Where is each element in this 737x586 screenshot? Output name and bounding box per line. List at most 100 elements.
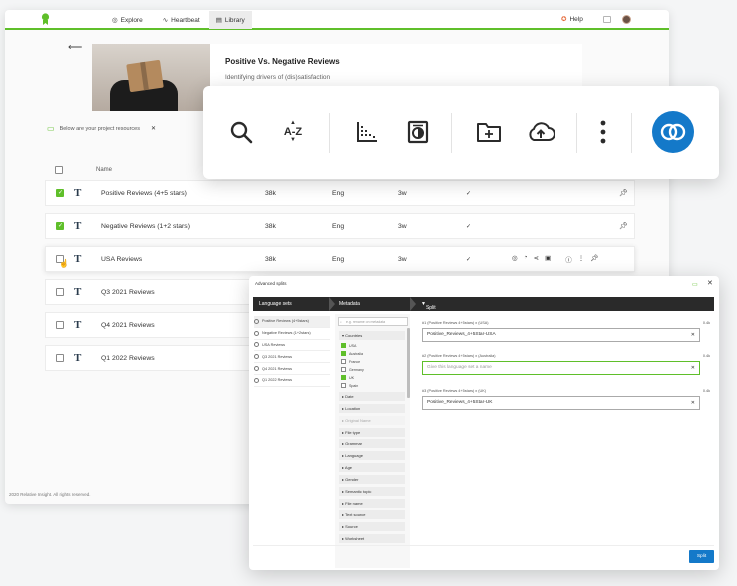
list-item[interactable]: Q1 2022 Reviews (254, 375, 330, 387)
more-icon[interactable]: ⋮ (578, 254, 585, 264)
step-language-sets[interactable]: Language sets (259, 301, 292, 307)
country-option[interactable]: France (341, 359, 360, 364)
nav-library[interactable]: ▤ Library (208, 11, 252, 29)
column-name: Name (96, 167, 113, 173)
section-text-source[interactable]: ▸ Text source (339, 510, 405, 519)
add-folder-icon[interactable] (471, 114, 507, 150)
list-item[interactable]: Q4 2021 Reviews (254, 363, 330, 375)
metadata-search-input[interactable]: ⌕ e.g. rename on metadata (338, 317, 408, 326)
section-original-name: ▸ Original Name (339, 416, 405, 425)
list-item[interactable]: Positive Reviews (4+5stars) (254, 316, 330, 328)
row-checkbox[interactable] (56, 321, 64, 329)
chat-icon[interactable]: ▭ (692, 281, 698, 288)
row-actions: ◎ ◔ ⋖ ▣ ⓘ ⋮ 📌︎ (512, 254, 598, 264)
document-icon[interactable]: ▣ (545, 254, 551, 264)
section-source[interactable]: ▸ Source (339, 522, 405, 531)
overlap-icon[interactable]: ◎ (512, 254, 518, 264)
clear-icon[interactable]: ✕ (691, 362, 695, 374)
resources-tip: ▭ Below are your project resources ✕ (47, 124, 156, 133)
row-checkbox[interactable] (56, 189, 64, 197)
clear-icon[interactable]: ✕ (691, 329, 695, 341)
search-icon: ⌕ (340, 320, 342, 324)
close-icon[interactable]: ✕ (707, 279, 713, 287)
section-gender[interactable]: ▸ Gender (339, 475, 405, 484)
text-type-icon: T (74, 286, 82, 298)
modal-title: Advanced splits (255, 281, 287, 286)
sort-az-icon[interactable]: ▲ A-Z ▼ (275, 114, 311, 150)
step-split-all[interactable]: ▼ Split all results (421, 301, 441, 323)
more-icon[interactable] (585, 114, 621, 150)
chat-icon[interactable] (603, 16, 611, 23)
table-row[interactable]: T Negative Reviews (1+2 stars) 38k Eng 3… (45, 213, 635, 239)
avatar[interactable] (622, 15, 631, 24)
info-icon[interactable]: ⓘ (565, 254, 572, 264)
country-option[interactable]: Australia (341, 351, 363, 356)
chart-icon[interactable] (349, 114, 385, 150)
split-button[interactable]: Split (689, 550, 714, 563)
floating-toolbar: ▲ A-Z ▼ (203, 86, 719, 179)
text-type-icon: T (74, 220, 82, 232)
step-metadata[interactable]: Metadata (339, 301, 360, 307)
section-location[interactable]: ▸ Location (339, 404, 405, 413)
compare-icon[interactable]: ◔ (524, 254, 528, 264)
result-name-input[interactable]: Give this language set a name ✕ (422, 361, 700, 375)
book-icon: ▤ (215, 17, 222, 24)
compare-icon[interactable] (400, 114, 436, 150)
steps-bar: Language sets Metadata ▼ Split all resul… (253, 297, 714, 323)
lifebuoy-icon: ✪ (561, 16, 567, 23)
nav-heartbeat[interactable]: ∿ Heartbeat (156, 11, 207, 29)
divider (253, 545, 714, 546)
result-name-input[interactable]: Positive_Reviews_4+5Star-USA ✕ (422, 328, 700, 342)
project-title: Positive Vs. Negative Reviews (225, 57, 340, 66)
overlap-icon[interactable] (652, 111, 694, 153)
back-arrow-icon[interactable]: ⟵ (68, 42, 82, 53)
scrollbar[interactable] (407, 328, 410, 398)
row-checkbox[interactable] (56, 222, 64, 230)
country-option[interactable]: Germany (341, 367, 364, 372)
section-file-type[interactable]: ▸ File type (339, 428, 405, 437)
result-name-input[interactable]: Positive_Reviews_4+5Star-UK ✕ (422, 396, 700, 410)
text-type-icon: T (74, 319, 82, 331)
pin-icon[interactable]: 📌︎ (590, 254, 598, 264)
section-age[interactable]: ▸ Age (339, 463, 405, 472)
row-checkbox[interactable] (56, 288, 64, 296)
copyright: 2020 Relative Insight. All rights reserv… (9, 492, 91, 497)
metadata-panel: ⌕ e.g. rename on metadata ▾ Countries US… (335, 314, 410, 568)
row-checkbox[interactable] (56, 354, 64, 362)
pulse-icon: ∿ (162, 17, 169, 24)
list-item[interactable]: Negative Reviews (1+2stars) (254, 328, 330, 340)
logo-icon[interactable] (41, 13, 50, 26)
chat-bubble-icon: ▭ (47, 124, 55, 133)
pin-icon[interactable]: 📌︎ (619, 222, 628, 230)
main-nav: ◎ Explore ∿ Heartbeat ▤ Library (105, 10, 252, 30)
section-worksheet[interactable]: ▸ Worksheet (339, 534, 405, 543)
section-file-name[interactable]: ▸ File name (339, 499, 405, 508)
compass-icon: ◎ (112, 17, 118, 24)
country-option[interactable]: UK (341, 375, 354, 380)
pin-icon[interactable]: 📌︎ (619, 189, 628, 197)
section-countries[interactable]: ▾ Countries (339, 331, 405, 340)
country-option[interactable]: Spain (341, 383, 358, 388)
search-icon[interactable] (223, 114, 259, 150)
list-item[interactable]: USA Reviews (254, 340, 330, 352)
country-option[interactable]: USA (341, 343, 356, 348)
select-all-checkbox[interactable] (55, 166, 63, 174)
share-icon[interactable]: ⋖ (534, 254, 539, 264)
close-icon[interactable]: ✕ (151, 125, 156, 132)
nav-explore[interactable]: ◎ Explore (105, 11, 150, 29)
section-date[interactable]: ▸ Date (339, 392, 405, 401)
upload-icon[interactable] (523, 114, 559, 150)
language-sets-list: Positive Reviews (4+5stars) Negative Rev… (254, 316, 330, 387)
top-nav-bar: ◎ Explore ∿ Heartbeat ▤ Library ✪ Help (5, 10, 669, 30)
section-language[interactable]: ▸ Language (339, 451, 405, 460)
help-link[interactable]: ✪ Help (561, 15, 583, 24)
table-row[interactable]: T Positive Reviews (4+5 stars) 38k Eng 3… (45, 180, 635, 206)
text-type-icon: T (74, 253, 82, 265)
clear-icon[interactable]: ✕ (691, 397, 695, 409)
table-row[interactable]: ☝ T USA Reviews 38k Eng 3w ✓ ◎ ◔ ⋖ ▣ ⓘ ⋮… (45, 246, 635, 272)
section-grammar[interactable]: ▸ Grammar (339, 439, 405, 448)
section-semantic-topic[interactable]: ▸ Semantic topic (339, 487, 405, 496)
list-item[interactable]: Q3 2021 Reviews (254, 351, 330, 364)
project-image (92, 44, 210, 111)
hand-cursor-icon: ☝ (59, 259, 69, 268)
